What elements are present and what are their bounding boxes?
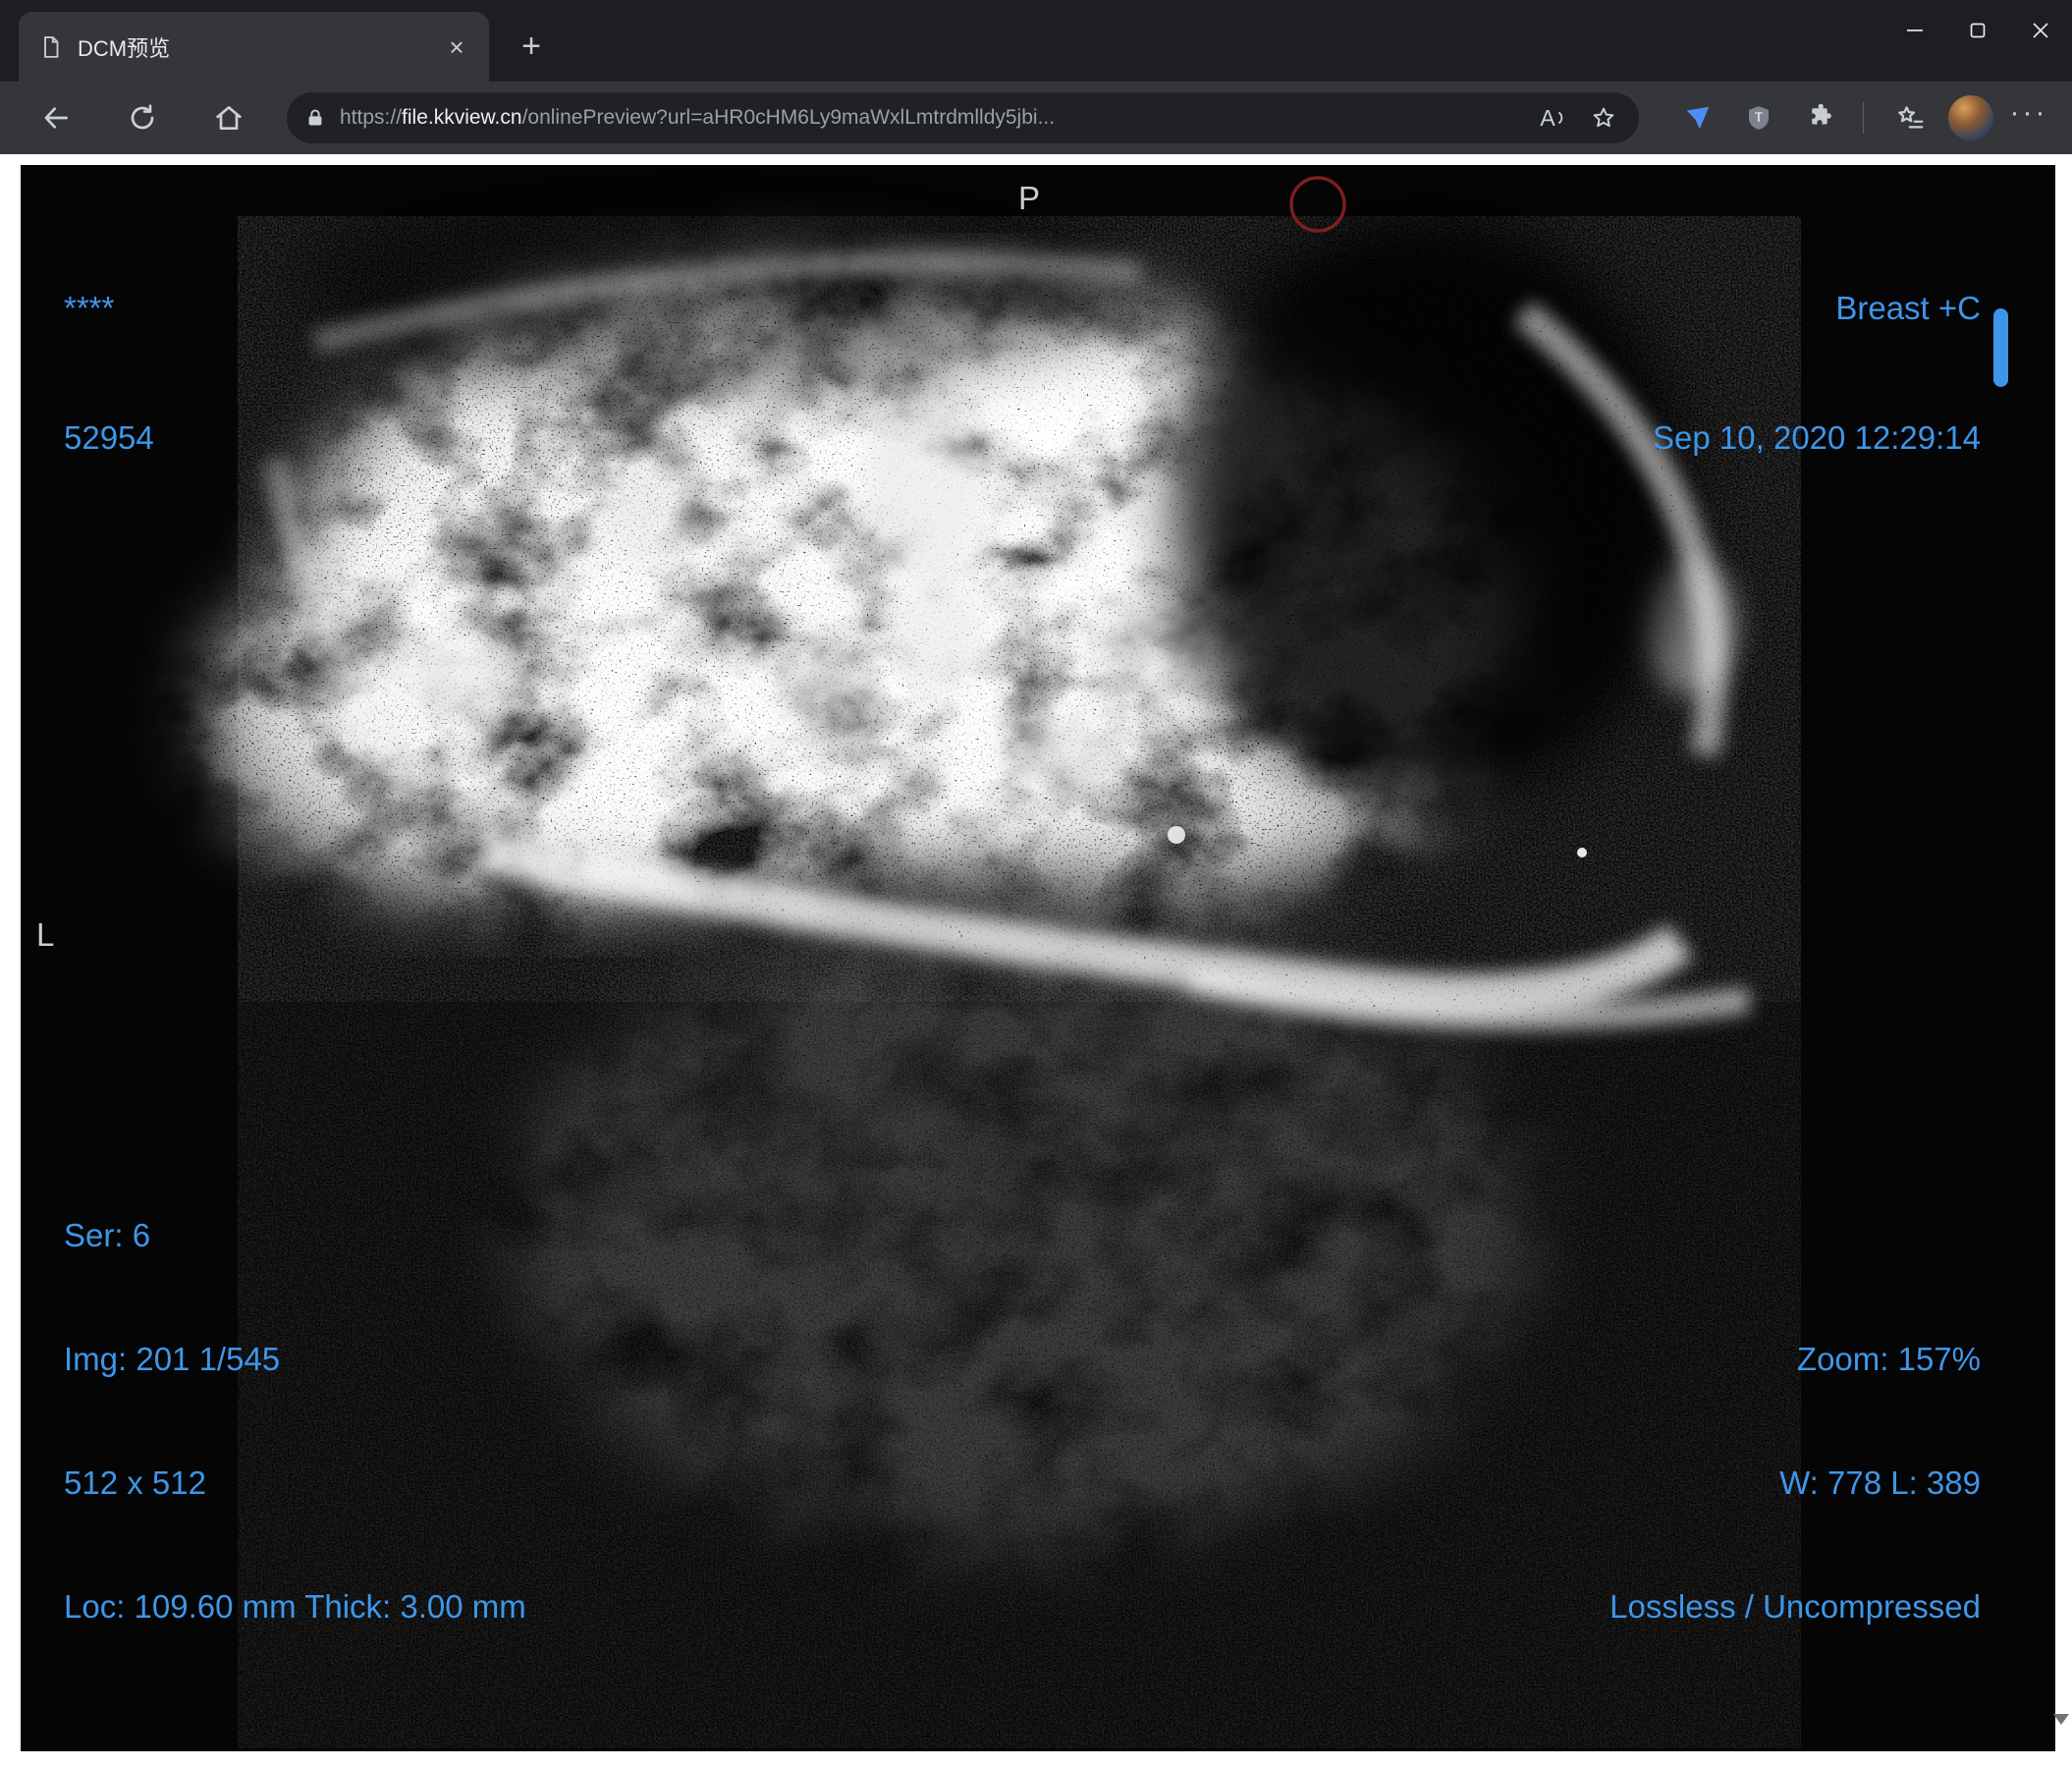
refresh-button[interactable] bbox=[114, 89, 171, 146]
more-menu-button[interactable]: ··· bbox=[2003, 92, 2054, 143]
tab-title: DCM预览 bbox=[78, 35, 171, 61]
masked-name: **** bbox=[64, 290, 115, 326]
compression-label: Lossless / Uncompressed bbox=[1609, 1588, 1981, 1625]
star-icon bbox=[1593, 107, 1614, 128]
arrow-left-icon bbox=[44, 107, 68, 129]
favorites-hub-button[interactable] bbox=[1885, 92, 1936, 143]
extensions-button[interactable] bbox=[1794, 92, 1845, 143]
home-button[interactable] bbox=[200, 89, 257, 146]
dicom-canvas[interactable]: **** 52954 P Breast +C Sep 10, 2020 12:2… bbox=[21, 165, 2055, 1751]
url-host: file.kkview.cn bbox=[402, 106, 522, 129]
profile-avatar[interactable] bbox=[1948, 95, 1993, 140]
tab-strip: DCM预览 × + bbox=[0, 0, 2072, 82]
shield-t-icon: T bbox=[1749, 106, 1769, 130]
overlay-bottom-left: Ser: 6 Img: 201 1/545 512 x 512 Loc: 109… bbox=[64, 1133, 526, 1710]
study-datetime: Sep 10, 2020 12:29:14 bbox=[1653, 419, 1981, 456]
series-label: Ser: 6 bbox=[64, 1217, 151, 1253]
matrix-label: 512 x 512 bbox=[64, 1464, 206, 1501]
toolbar-separator bbox=[1863, 102, 1864, 134]
navigation-bar: https://file.kkview.cn/onlinePreview?url… bbox=[0, 82, 2072, 154]
window-close-button[interactable] bbox=[2009, 0, 2072, 61]
orientation-marker-posterior: P bbox=[1018, 180, 1041, 216]
read-aloud-button[interactable]: A bbox=[1533, 96, 1576, 139]
shield-letter: T bbox=[1755, 110, 1764, 125]
minimize-icon bbox=[1907, 29, 1923, 31]
overlay-top-left: **** 52954 bbox=[64, 200, 154, 546]
new-tab-button[interactable]: + bbox=[511, 26, 552, 67]
zoom-label: Zoom: 157% bbox=[1796, 1341, 1981, 1377]
close-icon bbox=[2033, 23, 2048, 38]
window-level-label: W: 778 L: 389 bbox=[1779, 1464, 1981, 1501]
tab-dcm-preview[interactable]: DCM预览 × bbox=[19, 12, 489, 82]
tampermonkey-button[interactable]: T bbox=[1733, 92, 1784, 143]
window-minimize-button[interactable] bbox=[1883, 0, 1946, 61]
favorites-hub-icon bbox=[1898, 106, 1924, 129]
back-button[interactable] bbox=[27, 89, 84, 146]
slice-location-label: Loc: 109.60 mm Thick: 3.00 mm bbox=[64, 1588, 526, 1625]
home-icon bbox=[216, 106, 242, 130]
overlay-bottom-right: Zoom: 157% W: 778 L: 389 Lossless / Unco… bbox=[1609, 1256, 1981, 1710]
tab-close-button[interactable]: × bbox=[440, 30, 473, 64]
blue-extension-icon bbox=[1686, 106, 1710, 130]
extension-blue-button[interactable] bbox=[1672, 92, 1723, 143]
address-bar[interactable]: https://file.kkview.cn/onlinePreview?url… bbox=[287, 92, 1639, 143]
url-text: https://file.kkview.cn/onlinePreview?url… bbox=[340, 106, 1527, 130]
url-path: /onlinePreview?url=aHR0cHM6Ly9maWxlLmtrd… bbox=[521, 106, 1056, 129]
page-content: **** 52954 P Breast +C Sep 10, 2020 12:2… bbox=[0, 154, 2072, 1768]
image-count-label: Img: 201 1/545 bbox=[64, 1341, 281, 1377]
refresh-icon bbox=[131, 104, 154, 130]
slice-scrollbar-thumb[interactable] bbox=[1993, 308, 2008, 387]
window-controls bbox=[1883, 0, 2072, 61]
orientation-marker-left: L bbox=[36, 916, 55, 953]
study-label: Breast +C bbox=[1835, 290, 1981, 326]
read-aloud-letter: A bbox=[1540, 104, 1555, 131]
site-lock-icon[interactable] bbox=[304, 107, 326, 129]
favorite-star-button[interactable] bbox=[1582, 96, 1625, 139]
page-document-icon bbox=[38, 34, 64, 60]
sound-wave-icon bbox=[1557, 112, 1562, 124]
maximize-icon bbox=[1970, 23, 1986, 38]
page-scroll-down-arrow[interactable] bbox=[2053, 1714, 2069, 1725]
patient-id: 52954 bbox=[64, 419, 154, 456]
puzzle-icon bbox=[1812, 103, 1831, 125]
overlay-top-right: Breast +C Sep 10, 2020 12:29:14 bbox=[1653, 200, 1981, 546]
url-scheme: https:// bbox=[340, 106, 403, 129]
window-maximize-button[interactable] bbox=[1946, 0, 2009, 61]
